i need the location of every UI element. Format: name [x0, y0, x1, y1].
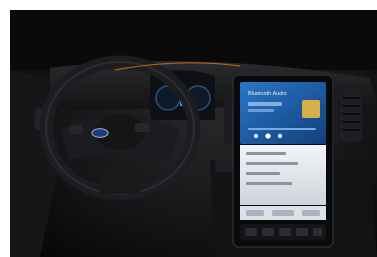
dashboard-photo: Bluetooth Audio	[10, 10, 377, 257]
wheel-left-buttons	[70, 125, 82, 134]
wheel-right-buttons	[135, 123, 149, 132]
track-line	[248, 102, 282, 106]
infotainment-screen: Bluetooth Audio	[232, 74, 334, 248]
progress-track	[248, 128, 316, 130]
headliner	[10, 10, 377, 70]
artist-line	[248, 109, 274, 112]
climate-center	[272, 210, 294, 216]
album-art	[302, 100, 320, 118]
screen-grille-right	[333, 90, 339, 145]
prev-icon	[253, 133, 259, 139]
screen-title: Bluetooth Audio	[248, 91, 287, 97]
list-row-2	[246, 162, 298, 165]
climate-right	[302, 210, 320, 216]
next-icon	[277, 133, 283, 139]
screen-grille-left	[224, 90, 232, 145]
list-row-4	[246, 182, 292, 185]
climate-left	[246, 210, 264, 216]
list-row-3	[246, 172, 280, 175]
list-row-1	[246, 152, 286, 155]
play-icon	[265, 133, 271, 139]
